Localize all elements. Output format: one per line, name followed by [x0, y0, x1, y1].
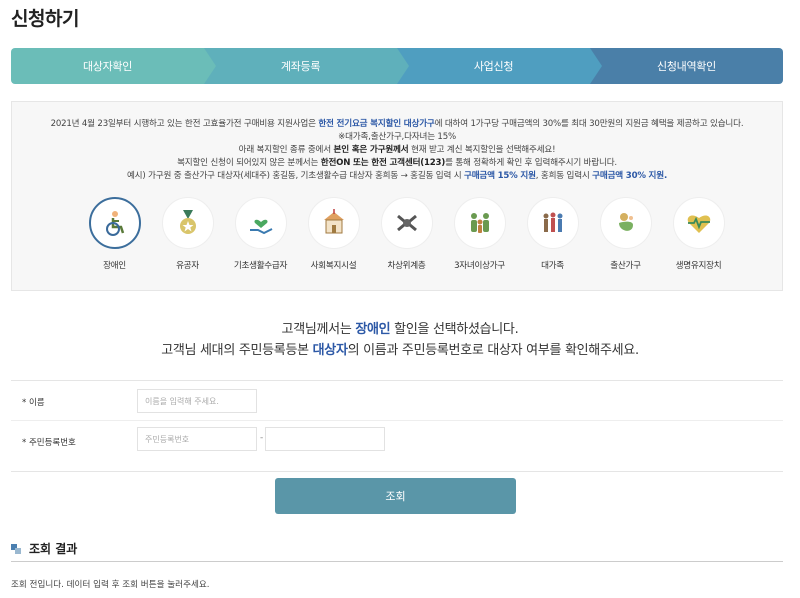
step-label: 계좌등록: [280, 60, 321, 73]
name-row: * 이름: [11, 383, 783, 421]
result-title: 조회 결과: [29, 542, 78, 556]
heart-hand-icon: [249, 219, 272, 235]
category-childbirth[interactable]: 출산가구: [589, 197, 662, 271]
category-life-support[interactable]: 생명유지장치: [662, 197, 735, 271]
heartbeat-icon: [687, 215, 710, 233]
category-three-children[interactable]: 3자녀이상가구: [443, 197, 516, 271]
instruction-message: 고객님 세대의 주민등록등본 대상자의 이름과 주민등록번호로 대상자 여부를 …: [161, 343, 639, 358]
rrn-label: * 주민등록번호: [22, 438, 76, 448]
step-history: 신청내역확인: [590, 48, 783, 84]
category-label: 생명유지장치: [675, 261, 722, 271]
medal-icon: [179, 210, 196, 234]
selection-message: 고객님께서는 장애인 할인을 선택하셨습니다.: [281, 322, 519, 337]
wheelchair-icon: [105, 211, 124, 236]
step-target-check: 대상자확인: [11, 48, 216, 84]
rrn-dash: -: [260, 433, 264, 443]
category-label: 대가족: [541, 261, 564, 271]
category-large-family[interactable]: 대가족: [516, 197, 589, 271]
search-button[interactable]: 조회: [275, 478, 516, 514]
category-label: 차상위계층: [387, 261, 426, 271]
hands-icon: [396, 214, 417, 232]
info-line: ※대가족,출산가구,다자녀는 15%: [338, 132, 456, 142]
category-label: 사회복지시설: [310, 261, 357, 271]
progress-steps: 대상자확인 계좌등록 사업신청 신청내역확인: [11, 48, 783, 84]
rrn-front-input[interactable]: [137, 427, 257, 451]
step-label: 대상자확인: [82, 60, 133, 73]
name-label: * 이름: [22, 398, 45, 408]
big-family-icon: [543, 212, 562, 232]
welfare-category-list: 장애인 유공자 기초생활수급자 사회복지시설 차상위계층 3자녀이상가구 대가족…: [78, 197, 735, 271]
category-basic-livelihood[interactable]: 기초생활수급자: [224, 197, 297, 271]
building-icon: [323, 209, 344, 234]
step-label: 사업신청: [473, 60, 514, 73]
info-line: 2021년 4월 23일부터 시행하고 있는 한전 고효율가전 구매비용 지원사…: [50, 119, 744, 129]
info-box: 2021년 4월 23일부터 시행하고 있는 한전 고효율가전 구매비용 지원사…: [11, 101, 783, 291]
info-line: 아래 복지할인 종류 중에서 본인 혹은 가구원께서 현재 받고 계신 복지할인…: [238, 145, 556, 155]
category-label: 출산가구: [610, 261, 641, 271]
rrn-back-input[interactable]: [265, 427, 385, 451]
result-header: 조회 결과: [11, 538, 783, 562]
section-bullet-icon: [11, 544, 21, 554]
info-line: 복지할인 신청이 되어있지 않은 분께서는 한전ON 또는 한전 고객센터(12…: [177, 158, 617, 168]
step-label: 신청내역확인: [657, 60, 716, 73]
step-account-register: 계좌등록: [204, 48, 409, 84]
step-apply: 사업신청: [397, 48, 602, 84]
name-input[interactable]: [137, 389, 257, 413]
category-label: 유공자: [176, 261, 199, 271]
rrn-row: * 주민등록번호 -: [11, 423, 783, 461]
info-text: 2021년 4월 23일부터 시행하고 있는 한전 고효율가전 구매비용 지원사…: [12, 102, 782, 183]
result-text: 조회 전입니다. 데이터 입력 후 조회 버튼을 눌러주세요.: [11, 580, 210, 590]
category-label: 3자녀이상가구: [454, 261, 505, 271]
category-disabled[interactable]: 장애인: [78, 197, 151, 271]
category-welfare-facility[interactable]: 사회복지시설: [297, 197, 370, 271]
category-label: 기초생활수급자: [233, 261, 288, 271]
info-line: 예시) 가구원 중 출산가구 대상자(세대주) 홍길동, 기초생활수급 대상자 …: [126, 171, 668, 181]
baby-icon: [618, 213, 633, 231]
category-near-poor[interactable]: 차상위계층: [370, 197, 443, 271]
category-merit[interactable]: 유공자: [151, 197, 224, 271]
category-label: 장애인: [103, 261, 126, 271]
verification-form: * 이름 * 주민등록번호 -: [11, 380, 783, 472]
page-title: 신청하기: [11, 8, 79, 30]
family-icon: [470, 213, 489, 233]
